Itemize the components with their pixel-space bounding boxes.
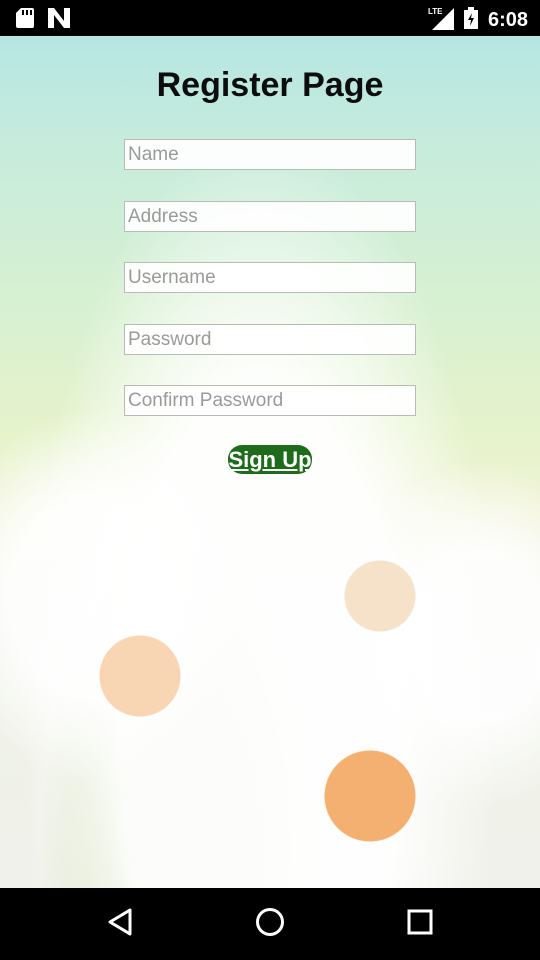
lte-signal-icon: LTE — [428, 6, 454, 35]
status-bar: LTE 6:08 — [0, 0, 540, 36]
page-title: Register Page — [156, 66, 384, 104]
back-icon — [107, 908, 133, 941]
navigation-bar — [0, 888, 540, 960]
home-button[interactable] — [252, 906, 288, 942]
back-button[interactable] — [102, 906, 138, 942]
username-field[interactable] — [124, 262, 416, 293]
recents-button[interactable] — [402, 906, 438, 942]
signup-button[interactable]: Sign Up — [228, 445, 312, 474]
n-notification-icon — [48, 8, 70, 33]
password-field[interactable] — [124, 324, 416, 355]
sd-card-icon — [16, 8, 34, 33]
lte-label: LTE — [428, 7, 443, 16]
battery-icon — [463, 7, 478, 34]
status-time: 6:08 — [487, 9, 528, 31]
address-field[interactable] — [124, 201, 416, 232]
name-field[interactable] — [124, 139, 416, 170]
confirm-password-field[interactable] — [124, 385, 416, 416]
recents-icon — [407, 909, 433, 940]
home-icon — [255, 907, 285, 942]
register-screen: Register Page Sign Up — [0, 36, 540, 888]
